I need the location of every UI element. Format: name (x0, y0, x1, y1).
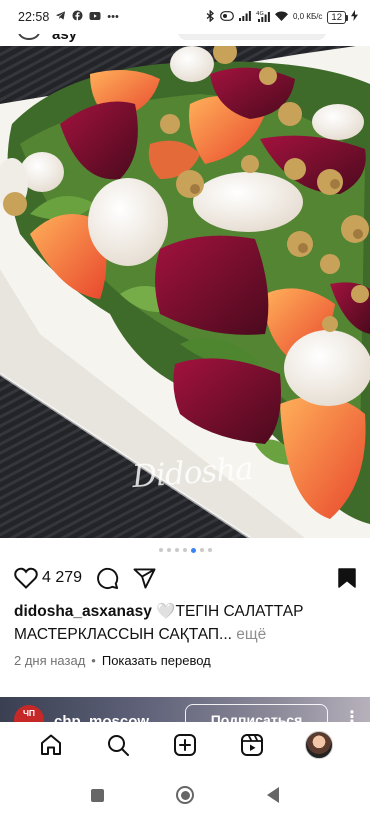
post-header-partial: asy (0, 34, 370, 46)
bottom-nav (0, 722, 370, 768)
caption-more-link[interactable]: ещё (236, 626, 266, 643)
search-icon (108, 735, 130, 756)
plus-square-icon (173, 734, 196, 756)
4g-signal-icon: 4G (256, 10, 270, 25)
carousel-dot (199, 548, 204, 552)
nav-search[interactable] (98, 725, 138, 765)
comment-button[interactable] (96, 567, 119, 590)
network-speed: 0,0 КБ/с (292, 12, 323, 21)
post-time-ago: 2 дня назад (14, 653, 86, 668)
meta-separator: • (91, 653, 96, 668)
facebook-icon (72, 10, 83, 24)
reels-icon (240, 734, 263, 756)
bookmark-icon (338, 568, 356, 588)
share-button[interactable] (133, 567, 156, 589)
nav-reels[interactable] (232, 725, 272, 765)
nav-profile[interactable] (299, 725, 339, 765)
video-icon (89, 11, 101, 24)
save-button[interactable] (338, 568, 356, 588)
nav-home[interactable] (31, 725, 71, 765)
post-actions: 4 279 (14, 565, 356, 591)
like-button[interactable] (14, 567, 38, 589)
likes-count[interactable]: 4 279 (42, 569, 82, 587)
post-meta: 2 дня назад • Показать перевод (14, 653, 211, 668)
carousel-dot (166, 548, 171, 552)
circle-icon (176, 786, 194, 804)
carousel-dot (207, 548, 212, 552)
post-photo[interactable]: Didosha (0, 44, 370, 538)
nav-create[interactable] (165, 725, 205, 765)
carousel-dot (158, 548, 163, 552)
charging-icon (351, 10, 358, 24)
author-avatar[interactable] (18, 34, 40, 40)
follow-button[interactable]: Подписаться (185, 704, 328, 724)
carousel-dot (174, 548, 179, 552)
translate-link[interactable]: Показать перевод (102, 653, 211, 668)
bluetooth-icon (206, 9, 215, 25)
square-icon (90, 788, 104, 802)
clock: 22:58 (18, 10, 50, 24)
carousel-dot-active (190, 547, 196, 553)
signal-icon (238, 10, 251, 24)
profile-avatar (304, 731, 333, 759)
carousel-dot (182, 548, 187, 552)
back-button[interactable] (262, 784, 284, 806)
system-navigation (0, 768, 370, 822)
more-dots-icon: ••• (107, 11, 119, 23)
post-caption[interactable]: didosha_asxanasy 🤍ТЕГІН САЛАТТАР МАСТЕРК… (14, 600, 360, 646)
carousel-indicator (0, 547, 370, 553)
home-icon (41, 734, 62, 755)
caption-username[interactable]: didosha_asxanasy (14, 603, 152, 620)
status-bar: 22:58 ••• 4G 0,0 КБ/с 12 (0, 0, 370, 34)
author-username[interactable]: asy (52, 34, 77, 43)
svg-text:4G: 4G (256, 11, 264, 17)
battery-indicator: 12 (327, 10, 348, 24)
home-button[interactable] (174, 784, 196, 806)
wifi-icon (274, 11, 288, 24)
header-pill (178, 34, 326, 40)
vpn-icon (220, 10, 234, 24)
back-triangle-icon (267, 787, 279, 803)
telegram-icon (55, 10, 66, 24)
comment-icon (97, 567, 119, 589)
heart-icon (14, 567, 38, 589)
recents-button[interactable] (86, 784, 108, 806)
send-icon (133, 567, 156, 589)
next-post-header: ЧП chp_moscow Подписаться ⋮ (0, 697, 370, 724)
